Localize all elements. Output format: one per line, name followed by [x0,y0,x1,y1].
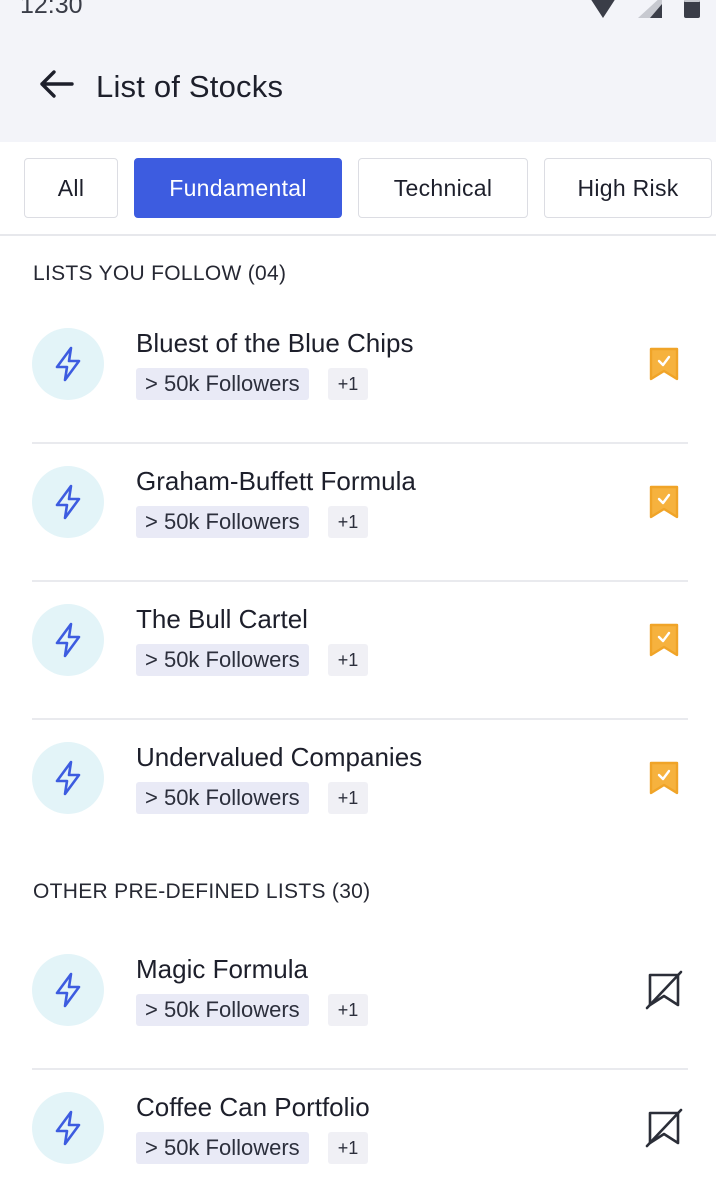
list-item[interactable]: Bluest of the Blue Chips > 50k Followers… [0,306,716,444]
section-header-followed: LISTS YOU FOLLOW (04) [33,262,287,285]
list-item[interactable]: Coffee Can Portfolio > 50k Followers +1 [0,1070,716,1192]
followers-badge: > 50k Followers [136,644,309,676]
extra-count-badge: +1 [328,368,368,400]
list-item[interactable]: The Bull Cartel > 50k Followers +1 [0,582,716,720]
extra-count-badge: +1 [328,1132,368,1164]
status-icons [590,0,700,20]
tab-technical[interactable]: Technical [358,158,528,218]
lightning-icon [32,604,104,676]
followers-badge: > 50k Followers [136,506,309,538]
stock-lists-screen: 12:30 List of Stocks All Fundamental Tec… [0,0,716,1192]
extra-count-badge: +1 [328,506,368,538]
followers-badge: > 50k Followers [136,994,309,1026]
extra-count-badge: +1 [328,782,368,814]
list-item-title: Magic Formula [136,954,308,984]
extra-count-badge: +1 [328,644,368,676]
tabs-divider [0,234,716,236]
lightning-icon [32,466,104,538]
lightning-icon [32,742,104,814]
tab-all[interactable]: All [24,158,118,218]
lightning-icon [32,328,104,400]
bookmark-off-icon[interactable] [643,969,685,1011]
bookmark-filled-icon[interactable] [643,757,685,799]
list-item-title: Graham-Buffett Formula [136,466,416,496]
filter-tabs: All Fundamental Technical High Risk [0,142,716,236]
app-bar: 12:30 List of Stocks [0,0,716,142]
status-time: 12:30 [20,0,83,19]
back-button[interactable] [36,66,76,106]
lightning-icon [32,954,104,1026]
bookmark-filled-icon[interactable] [643,481,685,523]
cell-signal-icon [638,0,662,18]
section-header-predefined: OTHER PRE-DEFINED LISTS (30) [33,880,371,903]
list-item-title: Coffee Can Portfolio [136,1092,370,1122]
battery-icon [684,0,700,18]
list-item-title: Bluest of the Blue Chips [136,328,414,358]
followers-badge: > 50k Followers [136,368,309,400]
list-item-title: The Bull Cartel [136,604,308,634]
tab-fundamental[interactable]: Fundamental [134,158,342,218]
list-item[interactable]: Graham-Buffett Formula > 50k Followers +… [0,444,716,582]
bookmark-filled-icon[interactable] [643,343,685,385]
list-item[interactable]: Magic Formula > 50k Followers +1 [0,932,716,1070]
lightning-icon [32,1092,104,1164]
list-item[interactable]: Undervalued Companies > 50k Followers +1 [0,720,716,858]
extra-count-badge: +1 [328,994,368,1026]
wifi-icon [590,0,616,18]
bookmark-off-icon[interactable] [643,1107,685,1149]
bookmark-filled-icon[interactable] [643,619,685,661]
page-title: List of Stocks [96,69,284,104]
tab-high-risk[interactable]: High Risk [544,158,712,218]
followers-badge: > 50k Followers [136,1132,309,1164]
arrow-left-icon [38,69,74,104]
list-item-title: Undervalued Companies [136,742,423,772]
followers-badge: > 50k Followers [136,782,309,814]
